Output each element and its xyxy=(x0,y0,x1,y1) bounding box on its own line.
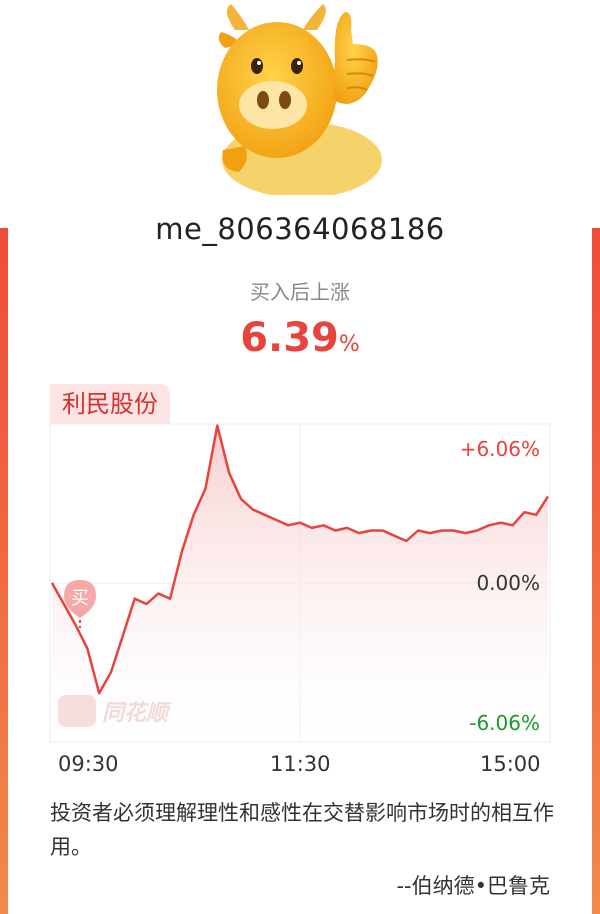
quote-text: 投资者必须理解理性和感性在交替影响市场时的相互作用。 xyxy=(50,801,554,859)
watermark-text: 同花顺 xyxy=(102,701,169,726)
intraday-chart: 买 +6.06% 0.00% -6.06% xyxy=(49,423,551,743)
y-label-zero: 0.00% xyxy=(476,571,540,595)
buy-marker-label: 买 xyxy=(71,588,89,609)
y-label-upper: +6.06% xyxy=(460,437,540,461)
time-label-midday: 11:30 xyxy=(270,752,331,776)
time-label-open: 09:30 xyxy=(58,752,119,776)
watermark-icon xyxy=(58,695,96,727)
y-label-lower: -6.06% xyxy=(469,711,540,735)
time-label-close: 15:00 xyxy=(480,752,541,776)
watermark-logo: 同花顺 xyxy=(58,695,168,727)
quote-author: --伯纳德•巴鲁克 xyxy=(396,874,550,898)
